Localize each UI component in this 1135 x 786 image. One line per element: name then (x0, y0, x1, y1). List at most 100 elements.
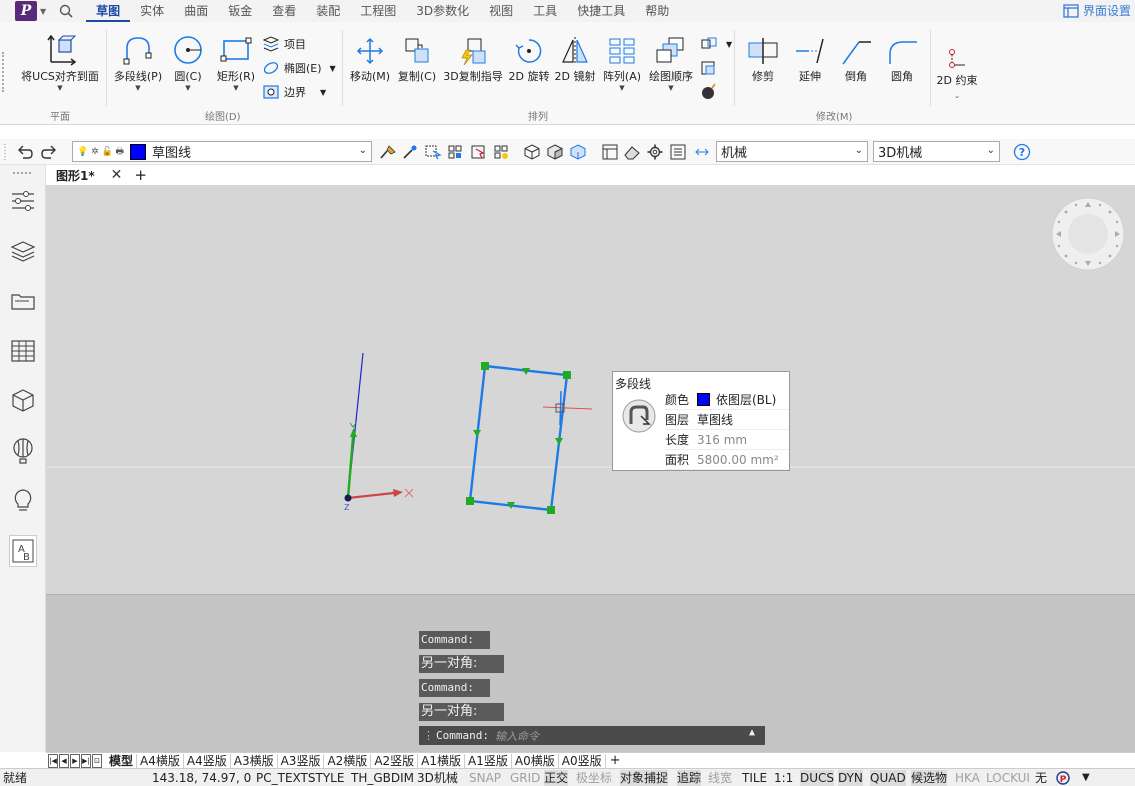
tab-view-check[interactable]: 查看 (262, 0, 306, 22)
select-filter-button-2[interactable] (446, 142, 466, 162)
settings-button[interactable] (645, 142, 665, 162)
select-filter-button-4[interactable] (492, 142, 512, 162)
polyline-shape[interactable] (468, 364, 569, 512)
grip-corner[interactable] (466, 497, 474, 505)
tab-3d-parametric[interactable]: 3D参数化 (406, 0, 479, 22)
tab-view[interactable]: 视图 (479, 0, 523, 22)
tab-surface[interactable]: 曲面 (174, 0, 218, 22)
array-button[interactable]: 阵列(A) ▼ (600, 36, 644, 92)
eyedropper-button[interactable] (400, 142, 420, 162)
chevron-down-icon[interactable]: ▼ (40, 7, 46, 16)
chevron-down-icon[interactable]: ▼ (1082, 770, 1090, 786)
layout-tab-model[interactable]: 模型 (106, 753, 138, 768)
next-layout-button[interactable]: ▶ (70, 753, 80, 768)
layout-tab[interactable]: A4竖版 (184, 753, 231, 768)
layout-tab[interactable]: A1横版 (418, 753, 466, 768)
app-logo-icon[interactable]: P (15, 1, 37, 21)
first-layout-button[interactable]: |◀ (48, 753, 58, 768)
trim-button[interactable]: 修剪 (742, 36, 784, 84)
match-props-button[interactable] (378, 142, 398, 162)
eraser-button[interactable] (622, 142, 642, 162)
ellipse-button[interactable]: 椭圆(E) ▼ (262, 60, 336, 76)
redo-button[interactable] (38, 142, 60, 162)
arrange-extra-button-1[interactable]: ▼ (700, 36, 732, 52)
undo-button[interactable] (14, 142, 36, 162)
help-button[interactable]: ? (1012, 142, 1032, 162)
status-grid-toggle[interactable]: GRID (510, 770, 540, 786)
view-compass[interactable] (1051, 197, 1125, 271)
grip-midpoints[interactable] (473, 368, 563, 509)
tab-quick-tools[interactable]: 快捷工具 (567, 0, 635, 22)
folder-icon[interactable] (9, 287, 37, 315)
properties-panel-icon[interactable] (9, 187, 37, 215)
dimstyle-button[interactable] (692, 142, 712, 162)
layout-tab[interactable]: A0竖版 (559, 753, 606, 768)
status-dimstyle[interactable]: TH_GBDIM (351, 770, 414, 786)
rectangle-button[interactable]: 矩形(R) ▼ (214, 34, 258, 92)
ui-settings-button[interactable]: 界面设置 (1063, 2, 1131, 19)
tab-solid[interactable]: 实体 (130, 0, 174, 22)
table-icon[interactable] (9, 337, 37, 365)
chevron-up-icon[interactable]: ▲ (749, 727, 755, 738)
status-osnap-toggle[interactable]: 对象捕捉 (620, 770, 669, 786)
tab-help[interactable]: 帮助 (635, 0, 679, 22)
copy-button[interactable]: 复制(C) (396, 36, 438, 84)
circle-button[interactable]: 圆(C) ▼ (170, 34, 206, 92)
status-textstyle[interactable]: PC_TEXTSTYLE (256, 770, 344, 786)
status-selcycle-toggle[interactable]: 候选物 (911, 770, 948, 786)
layout-tab[interactable]: A1竖版 (465, 753, 512, 768)
view-combo[interactable]: 3D机械 ⌄ (873, 141, 1000, 162)
select-filter-button-1[interactable] (423, 142, 443, 162)
status-tile-toggle[interactable]: TILE (742, 770, 767, 786)
layout-tab[interactable]: A2横版 (324, 753, 372, 768)
layout-tab[interactable]: A0横版 (512, 753, 559, 768)
layout-tab[interactable]: A2竖版 (371, 753, 419, 768)
status-quad-toggle[interactable]: QUAD (870, 770, 906, 786)
align-ucs-button[interactable]: 将UCS对齐到面 ▼ (20, 32, 100, 92)
grip-corner[interactable] (481, 362, 489, 370)
layer-combo[interactable]: 💡 ✲ 🔓 🖶 草图线 ⌄ (72, 141, 372, 162)
chamfer-button[interactable]: 倒角 (836, 36, 876, 84)
arrange-extra-button-3[interactable] (700, 82, 722, 100)
layout-tab[interactable]: A3竖版 (278, 753, 325, 768)
status-ortho-toggle[interactable]: 正交 (544, 770, 569, 786)
text-style-icon[interactable]: AB (9, 535, 37, 567)
tab-assembly[interactable]: 装配 (306, 0, 350, 22)
status-track-toggle[interactable]: 追踪 (677, 770, 702, 786)
mirror2d-button[interactable]: 2D 镜射 (554, 36, 596, 84)
close-icon[interactable]: ✕ (111, 167, 123, 183)
3d-block-icon[interactable] (9, 387, 37, 415)
grip-midpoint[interactable] (555, 438, 563, 445)
status-snap-toggle[interactable]: SNAP (469, 770, 501, 786)
status-viewstyle[interactable]: 3D机械 (417, 770, 458, 786)
layers-icon[interactable] (9, 237, 37, 265)
ribbon-grip[interactable] (2, 52, 5, 92)
status-hka-toggle[interactable]: HKA (955, 770, 980, 786)
status-scale[interactable]: 1:1 (774, 770, 793, 786)
search-icon[interactable] (58, 3, 74, 19)
style-combo[interactable]: 机械 ⌄ (716, 141, 868, 162)
balloon-icon[interactable] (9, 437, 37, 465)
view-cube-button-3[interactable] (568, 142, 588, 162)
status-coordinates[interactable]: 143.18, 74.97, 0 (152, 770, 251, 786)
grip-corner[interactable] (547, 506, 555, 514)
status-polar-toggle[interactable]: 极坐标 (576, 770, 612, 786)
boundary-button[interactable]: 边界 ▼ (262, 84, 326, 100)
add-document-button[interactable]: + (134, 166, 147, 184)
status-lineweight-toggle[interactable]: 线宽 (708, 770, 732, 786)
layout-tab[interactable]: A3横版 (231, 753, 278, 768)
tab-drawing[interactable]: 工程图 (350, 0, 406, 22)
status-none[interactable]: 无 (1035, 770, 1047, 786)
style-manager-button[interactable] (668, 142, 688, 162)
fillet-button[interactable]: 圆角 (882, 36, 922, 84)
command-input[interactable]: ⋮ Command: 输入命令 ▲ (419, 726, 765, 745)
last-layout-button[interactable]: ▶| (81, 753, 91, 768)
tab-sketch[interactable]: 草图 (86, 0, 131, 22)
view-cube-button-1[interactable] (522, 142, 542, 162)
properties-panel-button[interactable] (600, 142, 620, 162)
layout-tab[interactable]: A4横版 (137, 753, 184, 768)
lightbulb-icon[interactable] (9, 487, 37, 515)
grip-midpoint[interactable] (473, 430, 481, 437)
move-button[interactable]: 移动(M) (348, 36, 392, 84)
tab-tools[interactable]: 工具 (523, 0, 567, 22)
